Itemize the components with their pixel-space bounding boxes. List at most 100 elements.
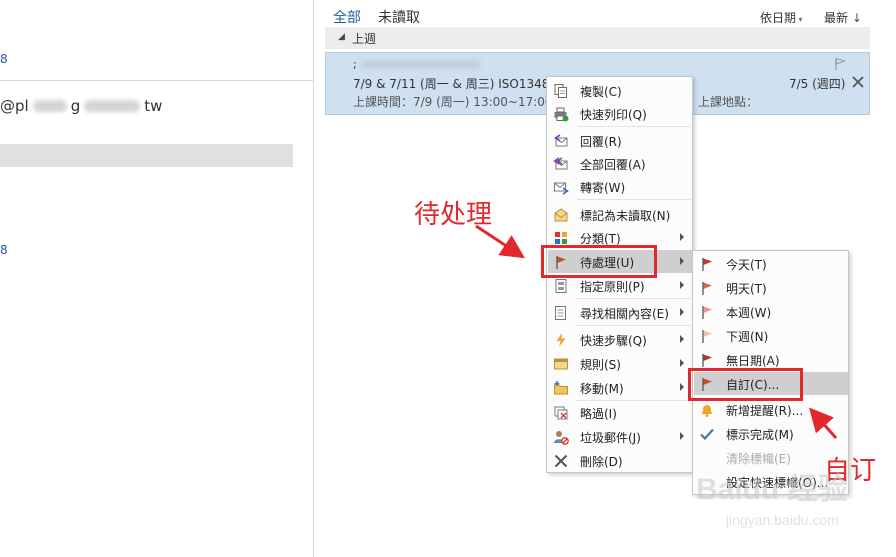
watermark-text: Baidu 经验 [696,473,848,506]
menu-item-label: 無日期(A) [726,354,780,368]
assign-policy-icon [555,279,567,293]
sort-order-button[interactable]: 最新 ↓ [824,9,862,26]
menu-item-label: 刪除(D) [580,455,623,469]
reply-icon [554,134,568,147]
junk-icon [554,431,569,445]
menu-item-label: 轉寄(W) [580,181,626,195]
menu-item-find-related[interactable]: 尋找相關內容(E) [548,301,692,324]
flag-tomorrow-icon [702,282,712,295]
copy-icon [554,84,567,98]
flag-no-date-icon [702,354,712,367]
mail-subject: 7/9 & 7/11 (周一 & 周三) ISO13485 [353,77,558,91]
baidu-watermark: Baidu 经验 jingyan.baidu.com [690,460,890,550]
filter-all-tab[interactable]: 全部 [333,7,361,27]
menu-item-junk[interactable]: 垃圾郵件(J) [548,425,692,448]
submenu-arrow-icon [680,308,684,316]
flag-next-week-icon [702,330,712,343]
flag-today-icon [702,258,712,271]
email-prefix: @pl [0,97,29,115]
menu-item-label: 下週(N) [726,330,769,344]
submenu-arrow-icon [680,432,684,440]
submenu-arrow-icon [680,335,684,343]
chevron-down-icon: ▾ [796,15,803,24]
rules-icon [554,358,568,370]
flag-item-today[interactable]: 今天(T) [694,252,848,275]
forward-icon [554,182,569,195]
submenu-arrow-icon [680,233,684,241]
collapse-triangle-icon[interactable]: ◢ [338,32,345,42]
move-icon [554,381,568,395]
left-selected-row[interactable] [0,144,293,167]
menu-item-rules[interactable]: 規則(S) [548,352,692,375]
menu-item-label: 尋找相關內容(E) [580,307,669,321]
submenu-arrow-icon [680,257,684,265]
menu-item-label: 本週(W) [726,306,772,320]
menu-item-reply[interactable]: 回覆(R) [548,129,692,152]
menu-item-label: 快速列印(Q) [580,108,647,122]
bell-icon [702,405,712,417]
menu-item-label: 規則(S) [580,358,621,372]
sort-order-label: 最新 [824,11,849,25]
menu-item-label: 垃圾郵件(J) [580,431,641,445]
menu-item-label: 標記為未讀取(N) [580,209,671,223]
menu-item-label: 快速步驟(Q) [580,334,647,348]
menu-separator [577,199,691,200]
sort-by-date-dropdown[interactable]: 依日期 ▾ [760,9,803,26]
flag-outline-icon[interactable] [834,57,846,71]
submenu-arrow-icon [680,359,684,367]
menu-item-label: 新增提醒(R)... [726,404,804,418]
menu-item-label: 全部回覆(A) [580,158,646,172]
menu-item-label: 明天(T) [726,282,767,296]
menu-item-reply-all[interactable]: 全部回覆(A) [548,152,692,175]
annotation-box-follow-up [541,245,657,278]
menu-separator [577,298,691,299]
redacted-text [84,100,141,112]
menu-item-label: 今天(T) [726,258,767,272]
group-label: 上週 [352,32,377,46]
menu-item-forward[interactable]: 轉寄(W) [548,175,692,198]
menu-item-label: 回覆(R) [580,135,622,149]
menu-item-quick-steps[interactable]: 快速步驟(Q) [548,328,692,351]
mail-date: 7/5 (週四) [789,77,846,91]
menu-separator [577,325,691,326]
flag-item-next-week[interactable]: 下週(N) [694,324,848,347]
menu-item-label: 複製(C) [580,85,622,99]
find-related-icon [555,306,566,320]
left-divider [0,80,314,81]
watermark-url: jingyan.baidu.com [726,512,839,528]
menu-item-label: 移動(M) [580,382,624,396]
menu-item-label: 標示完成(M) [726,428,794,442]
email-mid: g [70,97,81,115]
left-count-top: 8 [0,52,8,66]
menu-item-mark-unread[interactable]: 標記為未讀取(N) [548,203,692,226]
mail-sender: ; [353,58,485,71]
redacted-text [32,100,67,112]
flag-item-tomorrow[interactable]: 明天(T) [694,276,848,299]
quick-steps-icon [556,333,566,347]
email-suffix: tw [144,97,163,115]
reply-all-icon [553,157,568,170]
close-icon[interactable] [850,74,866,90]
submenu-arrow-icon [680,281,684,289]
ignore-icon [554,406,568,420]
quick-print-icon [554,107,569,122]
left-email-address[interactable]: @pl g tw [0,97,162,115]
left-count-bottom: 8 [0,243,8,257]
checkmark-icon [700,428,714,441]
filter-unread-tab[interactable]: 未讀取 [378,7,420,27]
menu-item-label: 指定原則(P) [580,280,645,294]
flag-item-this-week[interactable]: 本週(W) [694,300,848,323]
menu-item-quick-print[interactable]: 快速列印(Q) [548,102,692,125]
annotation-box-custom [688,368,803,401]
menu-item-ignore[interactable]: 略過(I) [548,401,692,424]
menu-item-delete[interactable]: 刪除(D) [548,449,692,472]
menu-item-copy[interactable]: 複製(C) [548,79,692,102]
arrow-down-icon: ↓ [848,11,862,25]
menu-separator [577,126,691,127]
flag-item-add-reminder[interactable]: 新增提醒(R)... [694,398,848,421]
group-header-last-week[interactable]: ◢ 上週 [325,27,870,49]
menu-item-move[interactable]: 移動(M) [548,376,692,399]
flag-item-mark-complete[interactable]: 標示完成(M) [694,422,848,445]
mail-preview: 上課時間：7/9 (周一) 13:00~17:00 [353,95,553,109]
sender-prefix: ; [353,58,357,71]
